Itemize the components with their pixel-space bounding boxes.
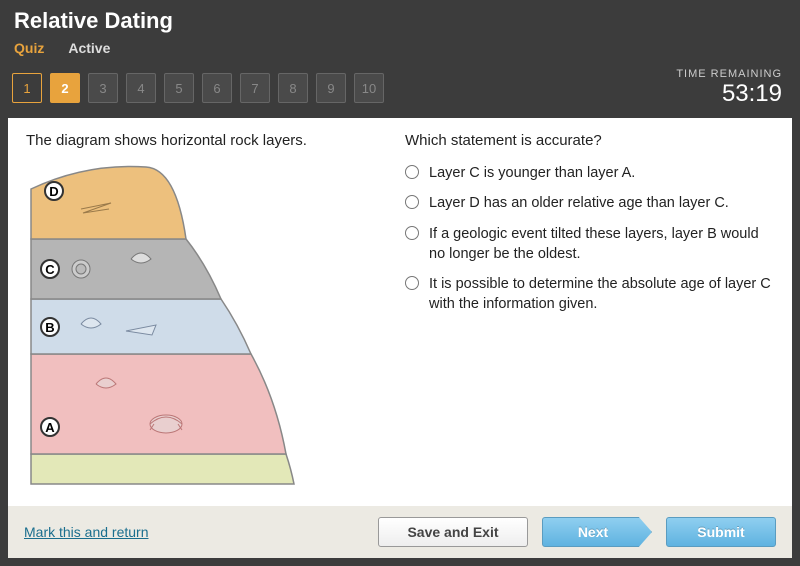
timer-value: 53:19 [676,80,782,108]
right-pane: Which statement is accurate? Layer C is … [405,132,774,492]
question-nav: 123456789 10 TIME REMAINING 53:19 [0,62,800,118]
active-label: Active [68,40,110,56]
save-and-exit-button[interactable]: Save and Exit [378,517,528,547]
header: Relative Dating Quiz Active [0,0,800,62]
question-nav-4[interactable]: 4 [126,73,156,103]
content: The diagram shows horizontal rock layers… [8,118,792,558]
layer-a-label: A [40,417,60,437]
question-nav-2[interactable]: 2 [50,73,80,103]
timer-label: TIME REMAINING [676,68,782,80]
question-body: The diagram shows horizontal rock layers… [8,118,792,506]
question-nav-3[interactable]: 3 [88,73,118,103]
option-1[interactable]: Layer C is younger than layer A. [405,163,774,183]
option-4[interactable]: It is possible to determine the absolute… [405,274,774,315]
question-nav-8[interactable]: 8 [278,73,308,103]
footer-buttons: Save and Exit Next Submit [378,517,776,547]
layer-d-label: D [44,181,64,201]
question-nav-9[interactable]: 9 [316,73,346,103]
radio-icon [405,195,419,209]
diagram-prompt: The diagram shows horizontal rock layers… [26,132,395,149]
footer: Mark this and return Save and Exit Next … [8,506,792,558]
radio-icon [405,276,419,290]
option-2[interactable]: Layer D has an older relative age than l… [405,193,774,213]
question-nav-10[interactable]: 10 [354,73,384,103]
question-nav-7[interactable]: 7 [240,73,270,103]
rock-layers-diagram: D C B A [26,159,306,489]
option-text: It is possible to determine the absolute… [429,274,774,315]
layer-b-label: B [40,317,60,337]
option-3[interactable]: If a geologic event tilted these layers,… [405,224,774,265]
quiz-label: Quiz [14,40,44,56]
next-button[interactable]: Next [542,517,652,547]
question-nav-6[interactable]: 6 [202,73,232,103]
radio-icon [405,226,419,240]
option-text: Layer D has an older relative age than l… [429,193,729,213]
question-prompt: Which statement is accurate? [405,132,774,149]
question-nav-1[interactable]: 1 [12,73,42,103]
option-text: If a geologic event tilted these layers,… [429,224,774,265]
page-title: Relative Dating [14,8,786,34]
option-text: Layer C is younger than layer A. [429,163,635,183]
radio-icon [405,165,419,179]
quiz-app: Relative Dating Quiz Active 123456789 10 … [0,0,800,566]
submit-button[interactable]: Submit [666,517,776,547]
question-nav-5[interactable]: 5 [164,73,194,103]
options: Layer C is younger than layer A. Layer D … [405,163,774,315]
layer-c-label: C [40,259,60,279]
timer: TIME REMAINING 53:19 [676,68,788,108]
mark-and-return-link[interactable]: Mark this and return [24,524,149,540]
sub-header: Quiz Active [14,40,786,56]
left-pane: The diagram shows horizontal rock layers… [26,132,395,492]
